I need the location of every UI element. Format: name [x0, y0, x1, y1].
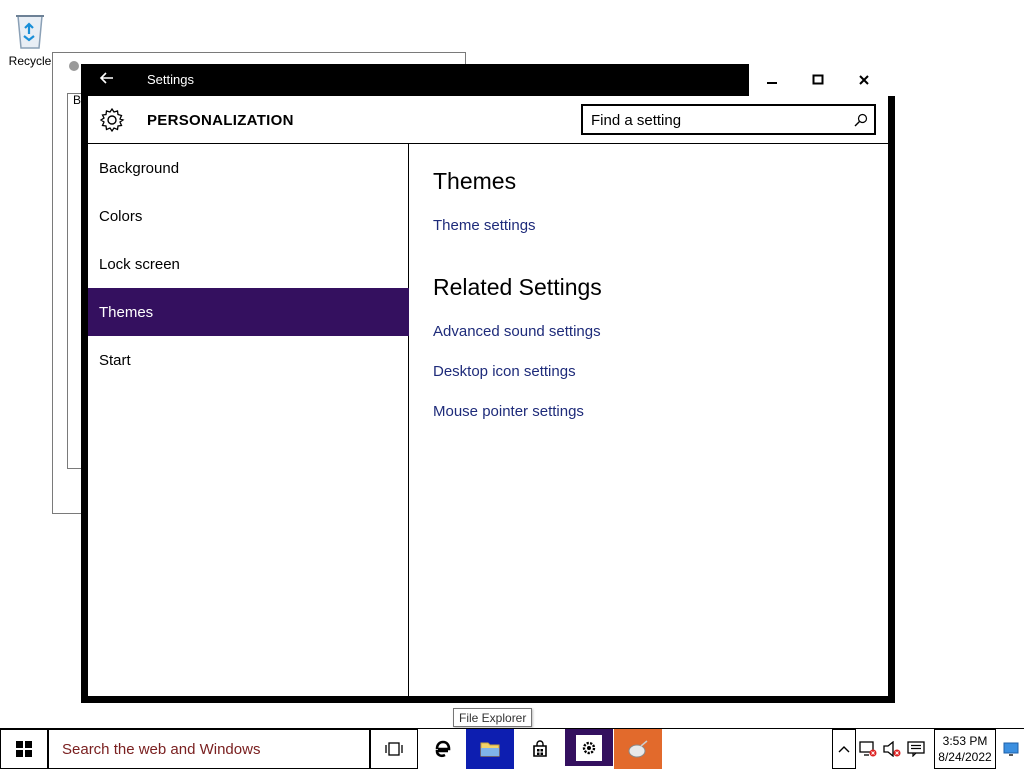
tooltip: File Explorer [453, 708, 533, 727]
taskbar-search[interactable]: Search the web and Windows [48, 729, 370, 769]
minimize-button[interactable] [749, 64, 795, 96]
maximize-icon [812, 74, 824, 85]
related-settings-heading: Related Settings [433, 274, 602, 300]
settings-nav: Background Colors Lock screen Themes Sta… [88, 144, 409, 696]
bg-window-text: B [73, 93, 82, 107]
nav-item-background[interactable]: Background [88, 144, 409, 192]
themes-heading: Themes [433, 168, 517, 194]
task-view-icon [385, 742, 403, 756]
nav-item-colors[interactable]: Colors [88, 192, 409, 240]
page-title: PERSONALIZATION [147, 112, 294, 129]
folder-icon [480, 742, 500, 757]
nav-item-lock-screen[interactable]: Lock screen [88, 240, 409, 288]
settings-client-area: PERSONALIZATION Background Colors Lock s… [88, 96, 888, 696]
gear-icon [99, 107, 125, 138]
recycle-bin-shortcut[interactable]: Recycle [6, 10, 54, 68]
mouse-pointer-settings-link[interactable]: Mouse pointer settings [433, 403, 584, 420]
store-button[interactable] [516, 729, 564, 769]
show-hidden-icons-button[interactable] [832, 729, 856, 769]
taskbar-search-text: Search the web and Windows [62, 741, 261, 758]
clock-date: 8/24/2022 [938, 750, 992, 764]
back-arrow-icon [99, 72, 113, 84]
advanced-sound-settings-link[interactable]: Advanced sound settings [433, 323, 601, 340]
volume-muted-icon [883, 741, 901, 757]
bg-window-icon [69, 61, 79, 71]
nav-item-start[interactable]: Start [88, 336, 409, 384]
bg-window-panel [67, 93, 81, 469]
settings-window: Settings PERSONALIZATION Find a setting … [81, 64, 895, 703]
start-button[interactable] [0, 729, 48, 769]
titlebar[interactable]: Settings [81, 64, 895, 96]
mouse-icon [628, 740, 648, 758]
settings-taskbar-button[interactable] [565, 729, 613, 769]
task-view-button[interactable] [370, 729, 418, 769]
system-tray [832, 729, 928, 769]
search-box[interactable] [581, 104, 876, 135]
network-tray-button[interactable] [856, 729, 880, 769]
nav-item-themes[interactable]: Themes [88, 288, 409, 336]
network-error-icon [859, 741, 877, 757]
action-center-tray-button[interactable] [904, 729, 928, 769]
edge-icon [435, 740, 451, 758]
windows-logo-icon [16, 741, 32, 757]
store-icon [533, 740, 547, 757]
theme-settings-link[interactable]: Theme settings [433, 217, 536, 234]
close-icon [859, 75, 869, 85]
settings-header: PERSONALIZATION [88, 96, 888, 144]
taskbar: Search the web and Windows 3:53 PM 8/24/… [0, 728, 1024, 769]
window-title: Settings [147, 72, 194, 87]
show-desktop-button[interactable] [998, 729, 1024, 769]
chevron-up-icon [838, 746, 850, 753]
recycle-bin-label: Recycle [8, 54, 52, 68]
nav-item-label: Background [99, 159, 180, 177]
close-button[interactable] [841, 64, 887, 96]
volume-tray-button[interactable] [880, 729, 904, 769]
desktop-icon [1003, 742, 1019, 756]
settings-gear-icon [582, 741, 596, 754]
nav-item-label: Lock screen [99, 255, 180, 273]
mouse-app-button[interactable] [614, 729, 662, 769]
minimize-icon [767, 82, 777, 84]
clock-time: 3:53 PM [942, 734, 988, 748]
window-controls [749, 64, 895, 96]
nav-item-label: Colors [99, 207, 143, 225]
file-explorer-button[interactable] [466, 729, 514, 769]
nav-item-label: Themes [99, 303, 154, 321]
settings-content: Themes Theme settings Related Settings A… [410, 144, 888, 696]
clock[interactable]: 3:53 PM 8/24/2022 [934, 729, 996, 769]
desktop-icon-settings-link[interactable]: Desktop icon settings [433, 363, 576, 380]
nav-item-label: Start [99, 351, 131, 369]
search-input[interactable] [591, 110, 841, 130]
maximize-button[interactable] [795, 64, 841, 96]
back-button[interactable] [99, 70, 123, 90]
recycle-bin-icon [16, 15, 44, 49]
edge-button[interactable] [418, 729, 466, 769]
search-icon[interactable] [854, 113, 868, 132]
message-icon [907, 741, 925, 757]
